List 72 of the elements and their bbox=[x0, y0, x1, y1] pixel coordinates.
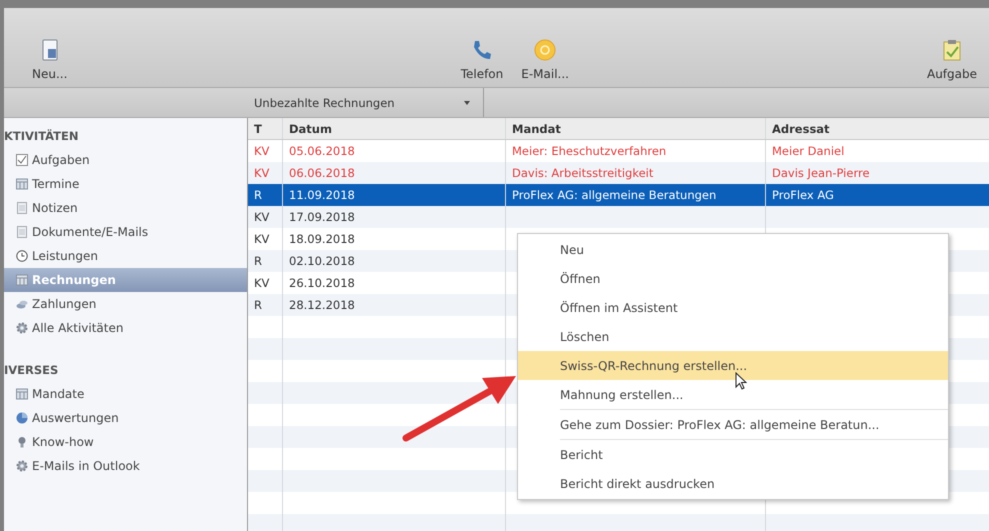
toolbar-button[interactable]: Aufgabe bbox=[922, 39, 981, 81]
menu-item[interactable]: Gehe zum Dossier: ProFlex AG: allgemeine Beratun... bbox=[518, 410, 948, 439]
section-heading: IVERSES bbox=[4, 362, 60, 379]
gear-icon bbox=[16, 460, 28, 472]
table-cell: KV bbox=[254, 166, 270, 180]
mouse-cursor-icon bbox=[736, 372, 747, 390]
document-icon bbox=[16, 202, 28, 214]
menu-item[interactable]: Öffnen bbox=[518, 264, 948, 293]
column-header[interactable]: T bbox=[248, 118, 282, 139]
sidebar-item[interactable]: Dokumente/E-Mails bbox=[4, 220, 247, 244]
clipboard-icon bbox=[942, 39, 961, 61]
menu-item[interactable]: Neu bbox=[518, 235, 948, 264]
calendar-icon bbox=[16, 274, 28, 286]
table-cell: KV bbox=[254, 144, 270, 158]
menu-item[interactable]: Bericht bbox=[518, 440, 948, 469]
table-row[interactable]: KV 06.06.2018 Davis: Arbeitsstreitigkeit Davis Jean-Pierre bbox=[248, 162, 989, 184]
section-heading: KTIVITÄTEN bbox=[4, 128, 80, 145]
table-cell: Davis: Arbeitsstreitigkeit bbox=[512, 166, 654, 180]
table-cell: Meier Daniel bbox=[772, 144, 844, 158]
menu-item[interactable]: Löschen bbox=[518, 322, 948, 351]
calendar-icon bbox=[16, 388, 28, 400]
table-cell: KV bbox=[254, 276, 270, 290]
mail-icon bbox=[534, 39, 556, 61]
sidebar-item[interactable]: Aufgaben bbox=[4, 148, 247, 172]
table-cell: ProFlex AG: allgemeine Beratungen bbox=[512, 188, 716, 202]
menu-item[interactable]: Öffnen im Assistent bbox=[518, 293, 948, 322]
column-header[interactable]: Mandat bbox=[505, 118, 765, 139]
table-cell: 17.09.2018 bbox=[289, 210, 355, 224]
table-cell: KV bbox=[254, 232, 270, 246]
sidebar-item[interactable]: Zahlungen bbox=[4, 292, 247, 316]
sidebar-item[interactable]: Notizen bbox=[4, 196, 247, 220]
pie-chart-icon bbox=[16, 412, 28, 424]
checkbox-icon bbox=[16, 154, 28, 166]
clock-icon bbox=[16, 250, 28, 262]
table-cell: 26.10.2018 bbox=[289, 276, 355, 290]
table-cell: R bbox=[254, 298, 262, 312]
toolbar-button[interactable]: Telefon bbox=[456, 39, 508, 81]
toolbar-button[interactable]: E-Mail... bbox=[517, 39, 573, 81]
document-icon bbox=[42, 39, 58, 61]
table-cell: Davis Jean-Pierre bbox=[772, 166, 870, 180]
table-cell: Meier: Eheschutzverfahren bbox=[512, 144, 666, 158]
sidebar-item[interactable]: E-Mails in Outlook bbox=[4, 454, 247, 478]
table-cell: R bbox=[254, 188, 262, 202]
menu-item[interactable]: Bericht direkt ausdrucken bbox=[518, 469, 948, 498]
coins-icon bbox=[16, 298, 28, 310]
table-cell: 06.06.2018 bbox=[289, 166, 355, 180]
sidebar-item[interactable]: Know-how bbox=[4, 430, 247, 454]
table-cell: ProFlex AG bbox=[772, 188, 834, 202]
sidebar-item[interactable]: Auswertungen bbox=[4, 406, 247, 430]
sidebar-item[interactable]: Mandate bbox=[4, 382, 247, 406]
sidebar-item[interactable]: Termine bbox=[4, 172, 247, 196]
lightbulb-icon bbox=[16, 436, 28, 448]
table-cell: KV bbox=[254, 210, 270, 224]
phone-icon bbox=[472, 39, 492, 61]
column-header[interactable]: Datum bbox=[282, 118, 505, 139]
table-cell: 28.12.2018 bbox=[289, 298, 355, 312]
menu-item[interactable]: Swiss-QR-Rechnung erstellen... bbox=[518, 351, 948, 380]
table-cell: 11.09.2018 bbox=[289, 188, 355, 202]
table-cell: R bbox=[254, 254, 262, 268]
table-cell: 18.09.2018 bbox=[289, 232, 355, 246]
table-row[interactable]: KV 17.09.2018 bbox=[248, 206, 989, 228]
calendar-icon bbox=[16, 178, 28, 190]
sidebar-item[interactable]: Leistungen bbox=[4, 244, 247, 268]
gear-icon bbox=[16, 322, 28, 334]
toolbar-button[interactable]: Neu... bbox=[28, 39, 72, 81]
column-header[interactable]: Adressat bbox=[765, 118, 989, 139]
caret-icon bbox=[463, 100, 471, 106]
sidebar-item[interactable]: Alle Aktivitäten bbox=[4, 316, 247, 340]
menu-item[interactable]: Mahnung erstellen... bbox=[518, 380, 948, 409]
table-cell: 05.06.2018 bbox=[289, 144, 355, 158]
document-icon bbox=[16, 226, 28, 238]
table-cell: 02.10.2018 bbox=[289, 254, 355, 268]
